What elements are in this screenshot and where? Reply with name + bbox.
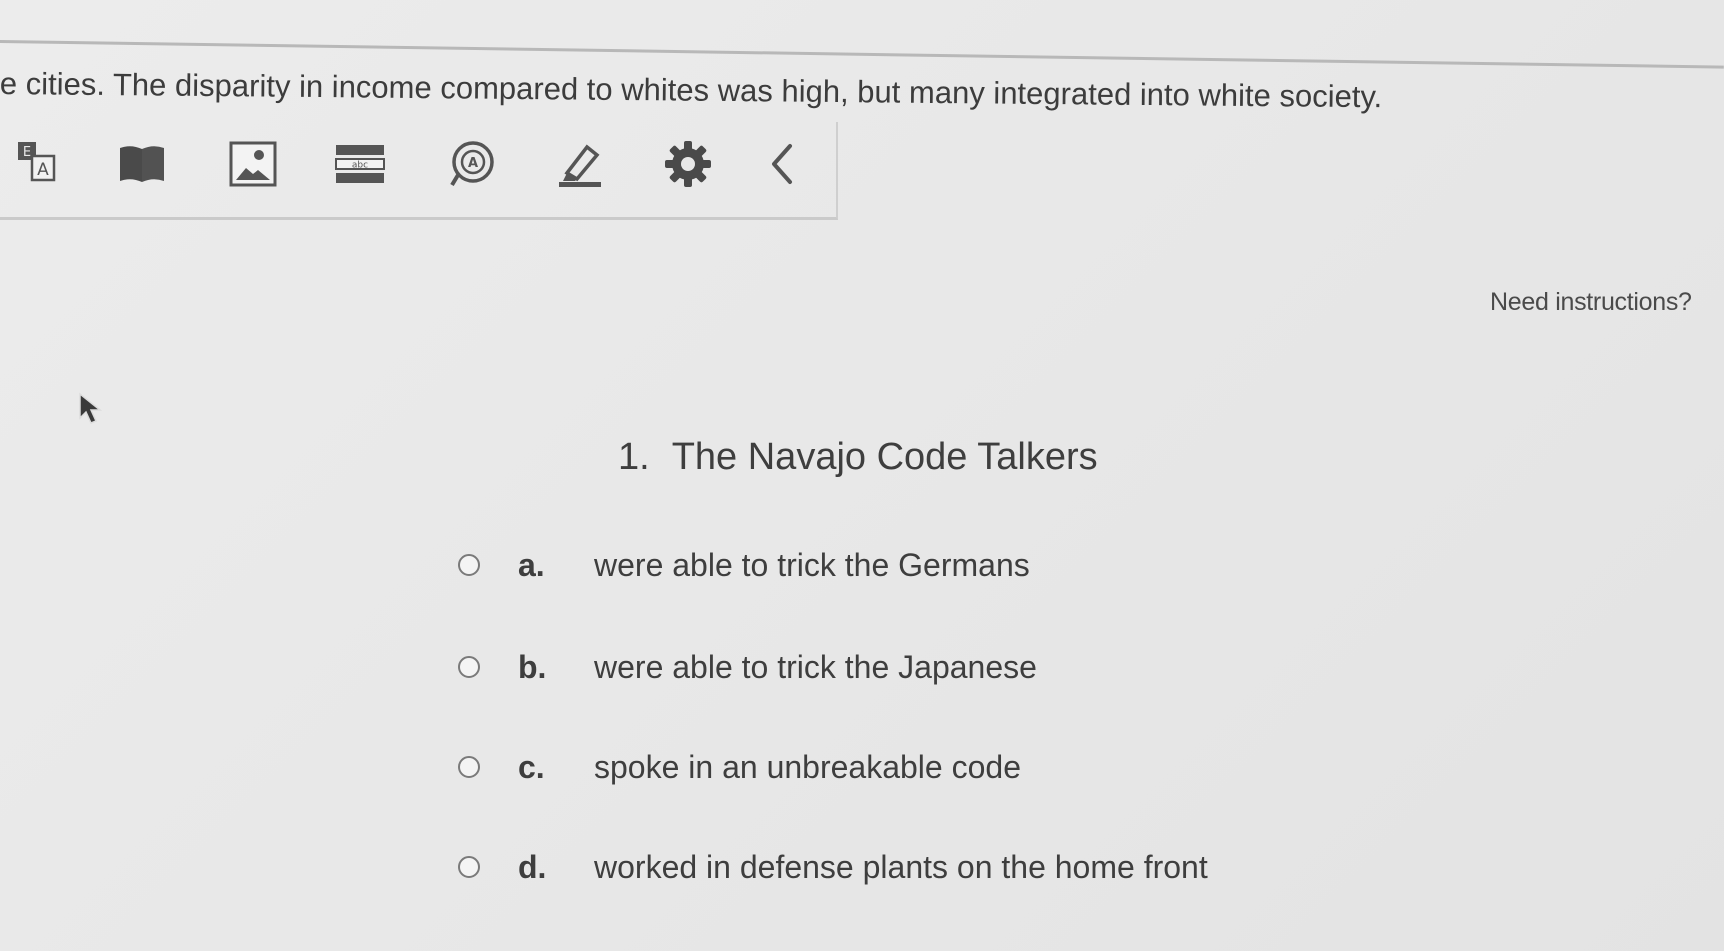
need-instructions-link[interactable]: Need instructions? (1490, 288, 1692, 317)
option-letter: a. (518, 546, 545, 583)
tool-bar: E A abc A (0, 122, 838, 220)
glossary-book-icon (120, 146, 164, 182)
translate-icon: E A (18, 142, 56, 182)
line-reader-icon: abc (335, 145, 385, 183)
question-number: 1. (618, 436, 650, 478)
answer-option-d[interactable]: d. worked in defense plants on the home … (458, 842, 1318, 892)
glossary-button[interactable] (114, 136, 170, 192)
answer-option-c[interactable]: c. spoke in an unbreakable code (458, 742, 1318, 792)
collapse-toolbar-button[interactable] (754, 136, 810, 192)
top-divider (0, 40, 1724, 69)
svg-text:E: E (23, 145, 31, 160)
mouse-pointer-icon (79, 392, 103, 424)
answer-option-a[interactable]: a. were able to trick the Germans (458, 540, 1318, 590)
option-letter: b. (518, 648, 547, 685)
option-text: worked in defense plants on the home fro… (594, 848, 1208, 885)
radio-button[interactable] (458, 856, 480, 878)
text-to-speech-icon: A (450, 141, 494, 187)
highlighter-icon (559, 144, 601, 187)
highlighter-button[interactable] (552, 136, 608, 192)
question-text: The Navajo Code Talkers (671, 436, 1098, 478)
option-letter: d. (518, 848, 547, 885)
settings-gear-icon (665, 141, 711, 187)
line-reader-button[interactable]: abc (332, 136, 388, 192)
answer-option-b[interactable]: b. were able to trick the Japanese (458, 642, 1318, 692)
svg-text:A: A (468, 156, 478, 171)
radio-button[interactable] (458, 656, 480, 678)
svg-text:A: A (37, 160, 49, 180)
radio-button[interactable] (458, 756, 480, 778)
collapse-chevron-icon (772, 144, 792, 184)
option-text: spoke in an unbreakable code (594, 748, 1021, 785)
svg-text:abc: abc (352, 161, 368, 171)
settings-button[interactable] (660, 136, 716, 192)
option-text: were able to trick the Japanese (594, 648, 1037, 685)
radio-button[interactable] (458, 554, 480, 576)
page: e cities. The disparity in income compar… (0, 0, 1724, 951)
text-to-speech-button[interactable]: A (445, 136, 501, 192)
image-icon (229, 141, 277, 187)
option-letter: c. (518, 748, 545, 785)
passage-text: e cities. The disparity in income compar… (0, 66, 1383, 115)
option-text: were able to trick the Germans (594, 546, 1030, 583)
question-prompt: 1. The Navajo Code Talkers (618, 436, 1098, 479)
image-button[interactable] (225, 136, 281, 192)
translate-button[interactable]: E A (10, 136, 66, 192)
